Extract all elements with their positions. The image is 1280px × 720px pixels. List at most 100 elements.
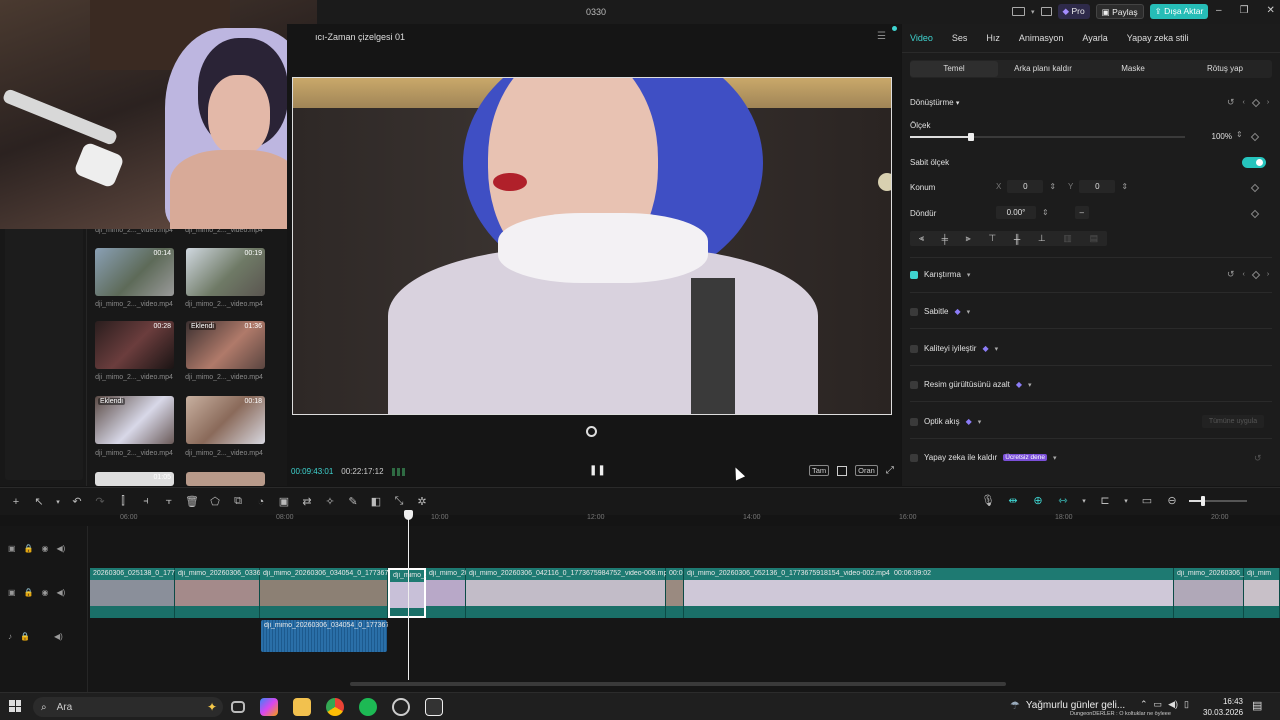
fullscreen-icon[interactable]: ⤢ [886, 465, 894, 476]
uniform-scale-toggle[interactable] [1242, 157, 1266, 168]
transform-icon[interactable]: ⤡ [391, 495, 407, 508]
video-clip[interactable]: dji_mimo_20260306_034054_0_17736761 [260, 568, 396, 618]
keyframe-icon[interactable] [1250, 209, 1260, 219]
split-right-icon[interactable]: ⫟ [161, 495, 177, 508]
lock-icon[interactable]: 🔒 [24, 588, 34, 597]
link-main-track-icon[interactable]: ⇹ [1005, 494, 1021, 507]
enhance-checkbox[interactable] [910, 344, 918, 353]
stepper-icon[interactable]: ⇕ [1042, 208, 1049, 217]
tab-adjust[interactable]: Ayarla [1082, 33, 1107, 43]
export-button[interactable]: ⇪ Dışa Aktar [1149, 4, 1209, 19]
spotify-icon[interactable] [359, 698, 377, 716]
minimize-icon[interactable]: – [1216, 5, 1222, 16]
audio-clip[interactable]: dji_mimo_20260306_034054_0_17736761 [261, 620, 388, 652]
capcut-icon[interactable] [425, 698, 443, 716]
keyframe-prev-icon[interactable]: ‹ [1243, 271, 1245, 278]
selected-video-clip[interactable]: dji_mimo_20 [388, 568, 433, 618]
zoom-slider-handle[interactable] [1201, 495, 1205, 506]
video-clip[interactable]: dji_mimo_20 [426, 568, 469, 618]
scale-value[interactable]: 100% [1198, 132, 1232, 141]
blend-section[interactable]: Karıştırma ▾ [910, 270, 970, 279]
freeze-icon[interactable]: ▣ [276, 495, 292, 508]
eye-icon[interactable]: ◉ [42, 588, 49, 597]
video-clip[interactable]: dji_mimo_20260306_052136_0_1773675918154… [684, 568, 1174, 618]
reset-icon[interactable]: ↺ [1254, 453, 1262, 464]
chevron-down-icon[interactable]: ▾ [1080, 497, 1088, 505]
redo-icon[interactable]: ↷ [92, 495, 108, 508]
transform-section[interactable]: Dönüştürme ▾ [910, 98, 959, 107]
main-video-track[interactable]: 20260306_025138_0_1773676 dji_mimo_20260… [90, 568, 1280, 618]
video-clip[interactable]: 20260306_025138_0_1773676 [90, 568, 190, 618]
ai-remove-section[interactable]: Yapay zeka ile kaldır Ücretsiz dene ▾ [910, 453, 1057, 462]
volume-icon[interactable]: ◀) [57, 588, 66, 597]
reset-icon[interactable]: ↺ [1227, 269, 1235, 280]
subtab-remove-bg[interactable]: Arka planı kaldır [998, 61, 1088, 77]
tab-audio[interactable]: Ses [952, 33, 968, 43]
rotate-input[interactable]: 0.00° [996, 206, 1036, 219]
align-center-v-icon[interactable]: ╫ [1014, 234, 1020, 244]
microphone-icon[interactable]: 🎙 [980, 494, 996, 507]
layout-icon[interactable] [1012, 7, 1025, 16]
close-icon[interactable]: ✕ [1267, 5, 1275, 16]
tray-chevron-icon[interactable]: ⌃ [1140, 699, 1148, 710]
keyframe-icon[interactable] [1251, 98, 1261, 107]
chevron-down-icon[interactable]: ▾ [1031, 8, 1035, 16]
align-left-icon[interactable]: ⫷ [919, 233, 924, 244]
lock-icon[interactable]: 🔒 [24, 544, 34, 553]
media-item[interactable]: 00:18 [186, 396, 265, 444]
network-icon[interactable]: ▭ [1154, 699, 1163, 710]
rotate-handle-icon[interactable] [586, 426, 597, 437]
magnet-icon[interactable]: ⊕ [1030, 494, 1046, 507]
retouch-icon[interactable]: ✎ [345, 495, 361, 508]
enhance-section[interactable]: Kaliteyi iyileştir ◆ ▾ [910, 344, 998, 353]
track-cover-icon[interactable]: ▣ [8, 544, 16, 553]
crop-icon[interactable] [837, 465, 848, 476]
reset-icon[interactable]: ↺ [1227, 97, 1235, 108]
magic-icon[interactable]: ✧ [322, 495, 338, 508]
optical-flow-checkbox[interactable] [910, 417, 918, 426]
video-clip[interactable]: dji_mim [1244, 568, 1280, 618]
chevron-down-icon[interactable]: ▾ [54, 498, 62, 506]
playhead[interactable] [408, 510, 409, 680]
align-center-h-icon[interactable]: ╪ [942, 234, 948, 244]
blend-checkbox[interactable] [910, 270, 918, 279]
align-right-icon[interactable]: ⫸ [966, 233, 971, 244]
subtab-mask[interactable]: Maske [1088, 61, 1178, 77]
video-preview[interactable] [292, 77, 892, 415]
video-clip[interactable]: dji_mimo_20260306_0 [1174, 568, 1248, 618]
track-cover-icon[interactable]: ▣ [8, 588, 16, 597]
start-icon[interactable] [9, 700, 21, 712]
denoise-checkbox[interactable] [910, 380, 918, 389]
align-top-icon[interactable]: ⊤ [988, 233, 996, 244]
file-explorer-icon[interactable] [293, 698, 311, 716]
split-icon[interactable]: ⫿ [115, 495, 131, 508]
ratio-button[interactable]: Oran [855, 465, 878, 476]
tab-ai-style[interactable]: Yapay zeka stili [1127, 33, 1189, 43]
volume-icon[interactable]: ◀) [1168, 699, 1178, 710]
zoom-slider[interactable] [1189, 495, 1247, 506]
subtitle-icon[interactable]: ▭ [1139, 494, 1155, 507]
obs-icon[interactable] [392, 698, 410, 716]
align-bottom-icon[interactable]: ⊥ [1038, 233, 1046, 244]
battery-icon[interactable]: ▯ [1184, 699, 1189, 710]
video-clip[interactable]: dji_mimo_20260306_0336 [175, 568, 261, 618]
tab-video[interactable]: Video [910, 33, 933, 43]
scale-slider[interactable] [910, 133, 1185, 141]
stepper-icon[interactable]: ⇕ [1236, 130, 1243, 139]
menu-icon[interactable]: ☰ [877, 31, 886, 42]
volume-icon[interactable]: ◀) [57, 544, 66, 553]
zoom-out-icon[interactable]: ⊖ [1164, 494, 1180, 507]
volume-icon[interactable]: ◀) [54, 632, 63, 641]
speed-icon[interactable]: ◔ [253, 496, 269, 508]
pause-icon[interactable]: ❚❚ [589, 465, 606, 476]
subtab-basic[interactable]: Temel [910, 61, 998, 77]
ai-remove-checkbox[interactable] [910, 453, 918, 462]
full-button[interactable]: Tam [809, 465, 830, 476]
playhead-handle[interactable] [404, 510, 413, 520]
shortcut-icon[interactable] [1040, 7, 1052, 16]
crop-icon[interactable]: ⧉ [230, 495, 246, 508]
optical-flow-section[interactable]: Optik akış ◆ ▾ [910, 417, 981, 426]
video-clip[interactable]: 00:0 [666, 568, 684, 618]
stabilize-section[interactable]: Sabitle ◆ ▾ [910, 307, 970, 316]
delete-icon[interactable]: 🗑 [184, 495, 200, 508]
